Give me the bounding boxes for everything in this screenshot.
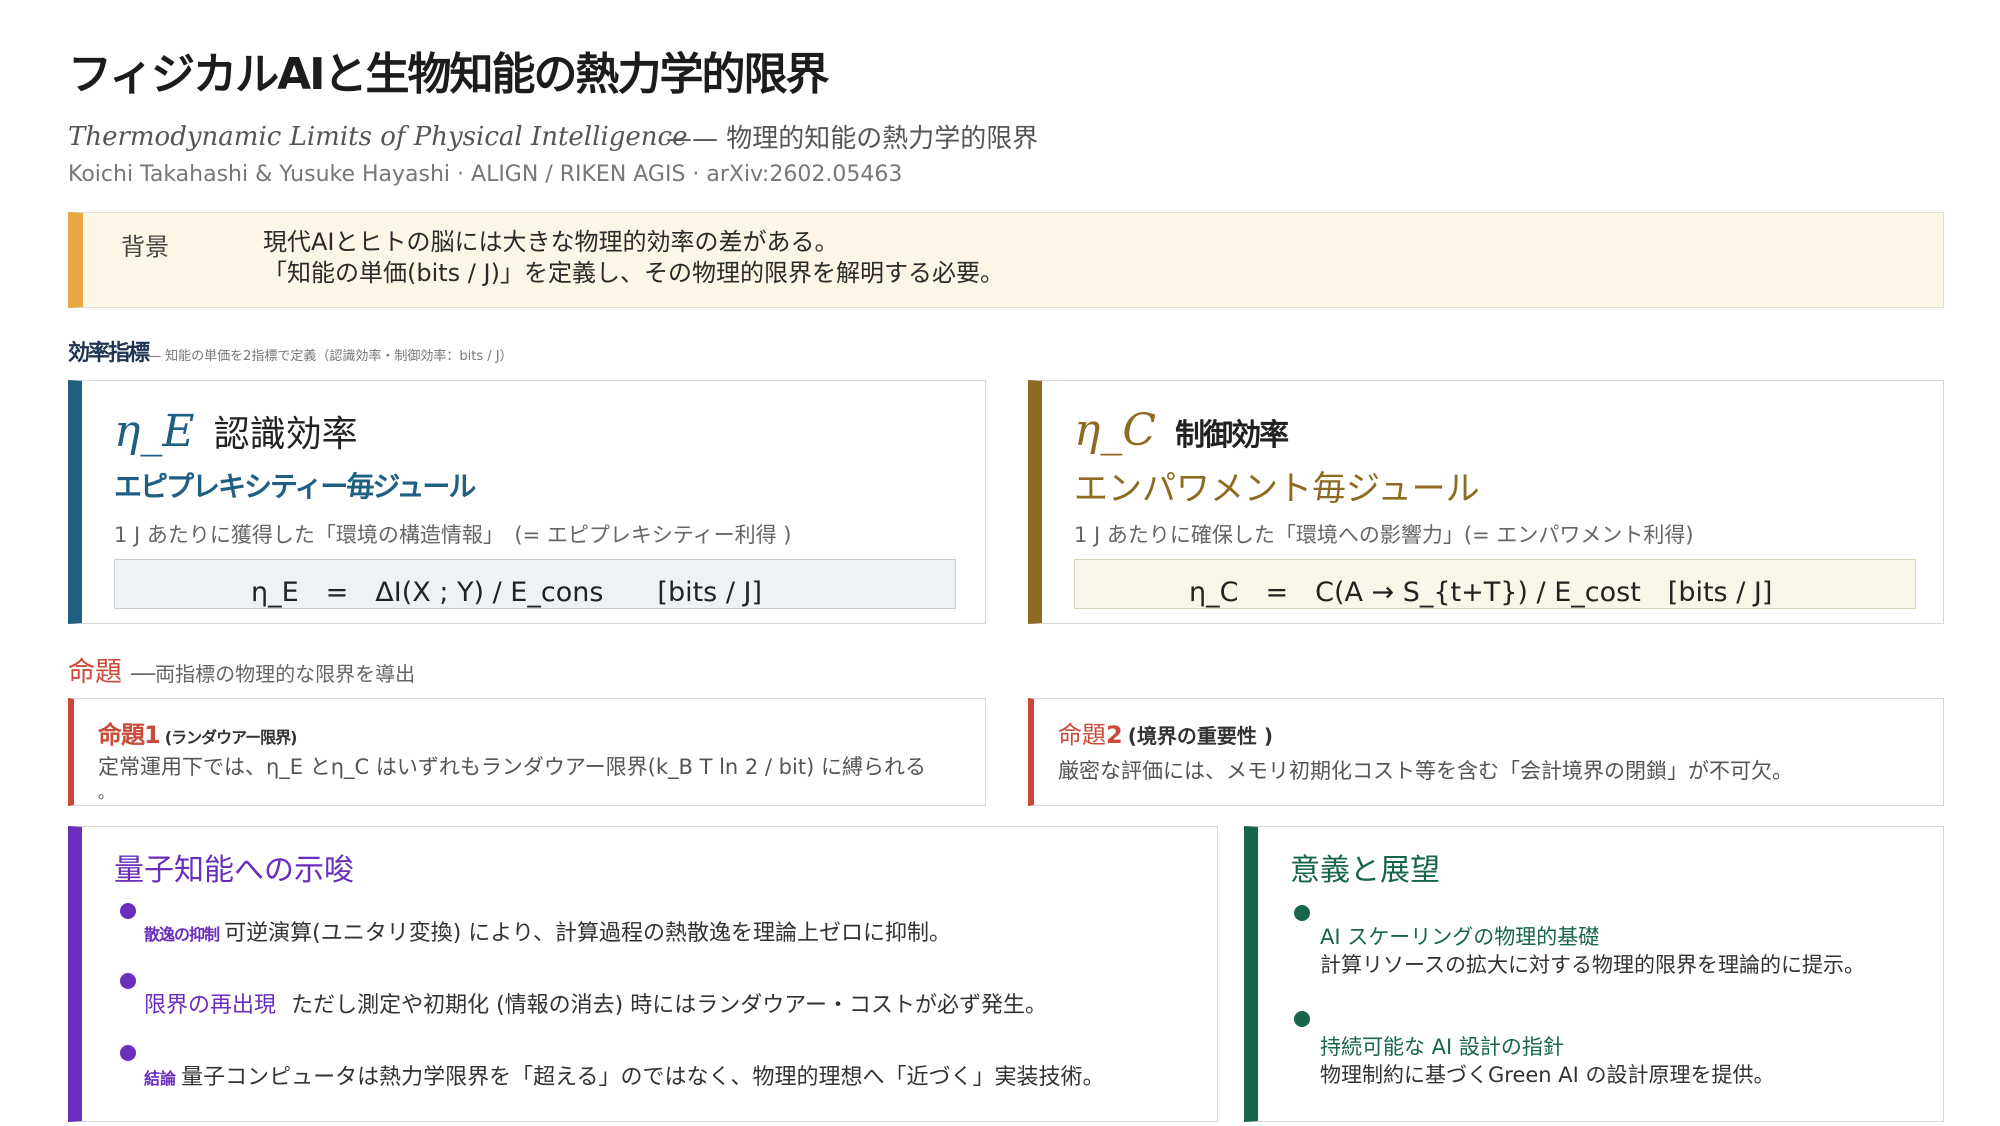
eta-c-formula: η_C = C(A → S_{t+T}) / E_cost [bits / J] [1189,577,1773,608]
metrics-heading: 効率指標 [68,341,150,366]
proposition-2-card: 命題2 (境界の重要性 ) 厳密な評価には、メモリ初期化コスト等を含む「会計境界… [1028,698,1944,806]
outlook-item-2-title: 持続可能な AI 設計の指針 [1320,1035,1564,1059]
eta-e-formula-box: η_E = ΔI(X ; Y) / E_cons [bits / J] [114,559,956,609]
eta-e-card: η_E 認識効率 エピプレキシティー毎ジュール 1 J あたりに獲得した「環境の… [68,380,986,624]
authors-line: Koichi Takahashi & Yusuke Hayashi · ALIG… [68,162,903,187]
eta-c-card: η_C 制御効率 エンパワメント毎ジュール 1 J あたりに確保した「環境への影… [1028,380,1944,624]
outlook-card: 意義と展望 AI スケーリングの物理的基礎 計算リソースの拡大に対する物理的限界… [1244,826,1944,1122]
proposition-1-header: 命題1 (ランダウアー限界) [98,715,298,750]
quantum-item-1-label: 散逸の抑制 [144,925,220,944]
bullet-icon [120,973,136,989]
quantum-item-1: 散逸の抑制 可逆演算(ユニタリ変換) により、計算過程の熱散逸を理論上ゼロに抑制… [144,915,951,947]
page-title: フィジカルAIと生物知能の熱力学的限界 [68,49,830,100]
quantum-item-2-label: 限界の再出現 [144,993,277,1018]
proposition-1-title: 命題1 [98,721,161,749]
background-box: 背景 現代AIとヒトの脳には大きな物理的効率の差がある。 「知能の単価(bits… [68,212,1944,308]
proposition-2-text: 厳密な評価には、メモリ初期化コスト等を含む「会計境界の閉鎖」が不可欠。 [1058,759,1793,783]
eta-c-symbol: η_C [1074,405,1157,456]
quantum-item-2: 限界の再出現 ただし測定や初期化 (情報の消去) 時にはランダウアー・コストが必… [144,987,1047,1019]
eta-c-header: η_C 制御効率 [1074,405,1289,456]
outlook-heading: 意義と展望 [1290,853,1440,888]
bullet-icon [120,1045,136,1061]
propositions-subheading: ──両指標の物理的な限界を導出 [131,662,416,686]
outlook-item-1-title: AI スケーリングの物理的基礎 [1320,925,1600,949]
metrics-section-heading: 効率指標— 知能の単価を2指標で定義（認識効率・制御効率：bits / J） [68,335,513,367]
eta-c-name: 制御効率 [1175,418,1289,453]
background-text: 現代AIとヒトの脳には大きな物理的効率の差がある。 「知能の単価(bits / … [263,227,1004,289]
metrics-subheading: — 知能の単価を2指標で定義（認識効率・制御効率：bits / J） [148,349,513,364]
background-line-1: 現代AIとヒトの脳には大きな物理的効率の差がある。 [263,228,839,256]
eta-c-subtitle: エンパワメント毎ジュール [1074,469,1480,509]
propositions-heading: 命題 [68,657,122,688]
quantum-heading: 量子知能への示唆 [114,853,354,888]
bullet-icon [1294,1011,1310,1027]
proposition-2-header: 命題2 (境界の重要性 ) [1058,715,1273,750]
propositions-section-heading: 命題 ──両指標の物理的な限界を導出 [68,650,415,689]
subtitle-english: Thermodynamic Limits of Physical Intelli… [68,122,688,152]
proposition-1-text: 定常運用下では、η_E とη_C はいずれもランダウアー限界(k_B T ln … [98,755,926,779]
proposition-2-tag: (境界の重要性 ) [1127,724,1274,748]
eta-e-symbol: η_E [114,406,195,457]
proposition-2-number: 2 [1106,721,1123,749]
eta-e-header: η_E 認識効率 [114,405,358,457]
quantum-item-3-text: 量子コンピュータは熱力学限界を「超える」のではなく、物理的理想へ「近づく」実装技… [181,1065,1105,1090]
proposition-1-card: 命題1 (ランダウアー限界) 定常運用下では、η_E とη_C はいずれもランダ… [68,698,986,806]
background-line-2: 「知能の単価(bits / J)」を定義し、その物理的限界を解明する必要。 [263,259,1004,287]
background-label: 背景 [121,233,169,261]
outlook-item-1-text: 計算リソースの拡大に対する物理的限界を理論的に提示。 [1320,953,1865,977]
eta-e-name: 認識効率 [213,414,358,455]
proposition-2-title: 命題 [1058,721,1106,749]
subtitle-japanese: —— 物理的知能の熱力学的限界 [666,124,1039,154]
quantum-item-3: 結論 量子コンピュータは熱力学限界を「超える」のではなく、物理的理想へ「近づく」… [144,1059,1104,1091]
eta-e-subtitle: エピプレキシティー毎ジュール [114,470,476,503]
proposition-1-tag: (ランダウアー限界) [164,728,298,747]
quantum-item-1-text: 可逆演算(ユニタリ変換) により、計算過程の熱散逸を理論上ゼロに抑制。 [224,921,951,946]
proposition-1-text-end: 。 [98,783,115,802]
eta-c-description: 1 J あたりに確保した「環境への影響力」(= エンパワメント利得) [1074,523,1694,547]
eta-e-formula: η_E = ΔI(X ; Y) / E_cons [bits / J] [251,577,762,608]
bullet-icon [1294,905,1310,921]
bullet-icon [120,903,136,919]
eta-e-description: 1 J あたりに獲得した「環境の構造情報」 (= エピプレキシティー利得 ) [114,523,792,547]
outlook-item-2-text: 物理制約に基づくGreen AI の設計原理を提供。 [1320,1063,1775,1087]
quantum-item-3-label: 結論 [144,1069,177,1088]
eta-c-formula-box: η_C = C(A → S_{t+T}) / E_cost [bits / J] [1074,559,1916,609]
quantum-item-2-text: ただし測定や初期化 (情報の消去) 時にはランダウアー・コストが必ず発生。 [291,993,1047,1018]
quantum-card: 量子知能への示唆 散逸の抑制 可逆演算(ユニタリ変換) により、計算過程の熱散逸… [68,826,1218,1122]
